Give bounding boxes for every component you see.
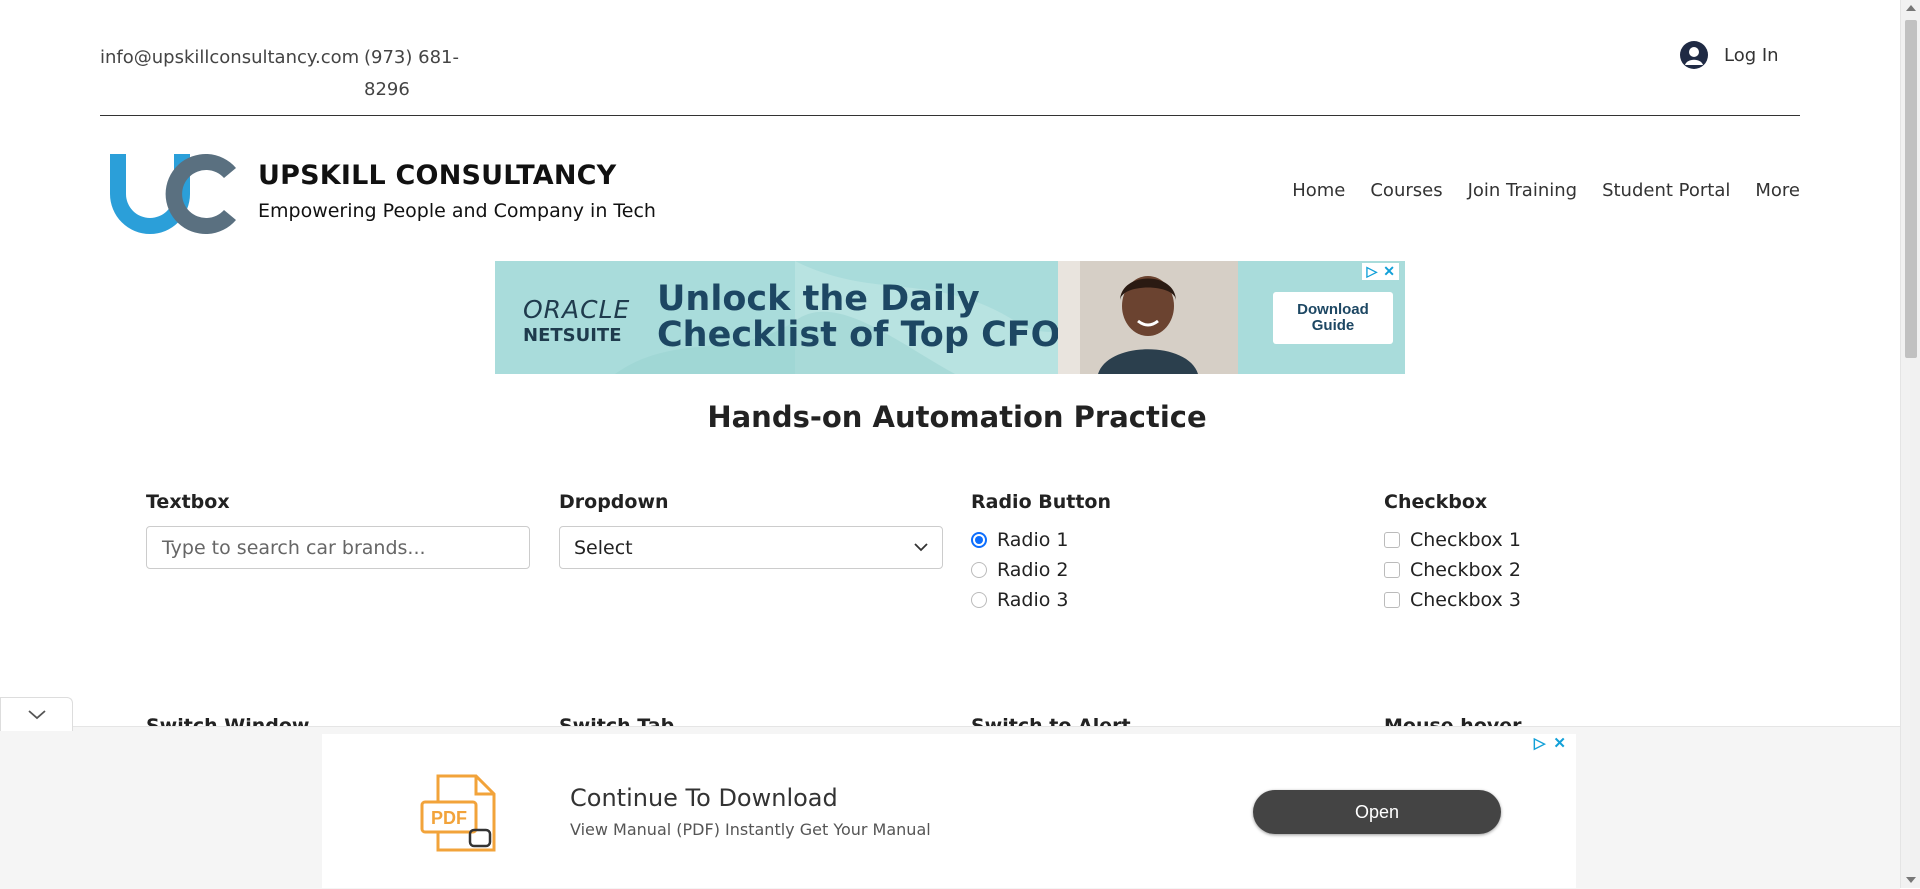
- nav-item-home[interactable]: Home: [1292, 180, 1345, 201]
- radio-label: Radio Button: [971, 491, 1111, 513]
- scroll-up-icon[interactable]: [1906, 5, 1916, 11]
- checkbox-group: Checkbox 1 Checkbox 2 Checkbox 3: [1384, 525, 1521, 615]
- chevron-down-icon: [27, 709, 46, 719]
- login-label: Log In: [1724, 44, 1779, 66]
- checkbox-2-label: Checkbox 2: [1410, 559, 1521, 581]
- login-button[interactable]: Log In: [1680, 41, 1779, 69]
- radio-2-label: Radio 2: [997, 559, 1069, 581]
- ad-close-icon[interactable]: ✕: [1553, 734, 1566, 752]
- ad-choices-icon[interactable]: ▷: [1534, 734, 1546, 752]
- checkbox-option-1[interactable]: Checkbox 1: [1384, 525, 1521, 555]
- radio-2-input[interactable]: [971, 562, 987, 578]
- ad-headline-line1: Unlock the Daily: [657, 279, 980, 319]
- radio-3-label: Radio 3: [997, 589, 1069, 611]
- checkbox-1-label: Checkbox 1: [1410, 529, 1521, 551]
- top-ad-banner[interactable]: ORACLE NETSUITE Unlock the Daily Checkli…: [495, 261, 1405, 374]
- radio-option-1[interactable]: Radio 1: [971, 525, 1069, 555]
- ad-photo: [1058, 261, 1238, 374]
- user-avatar-icon: [1680, 41, 1708, 69]
- chevron-down-icon: [914, 543, 928, 552]
- ad-headline: Unlock the Daily Checklist of Top CFOs: [657, 281, 1081, 353]
- scroll-down-icon[interactable]: [1906, 877, 1916, 883]
- radio-option-2[interactable]: Radio 2: [971, 555, 1069, 585]
- checkbox-2-input[interactable]: [1384, 562, 1400, 578]
- collapse-ad-button[interactable]: [0, 697, 73, 731]
- radio-1-input[interactable]: [971, 532, 987, 548]
- scrollbar-thumb[interactable]: [1905, 20, 1917, 358]
- checkbox-1-input[interactable]: [1384, 532, 1400, 548]
- checkbox-option-2[interactable]: Checkbox 2: [1384, 555, 1521, 585]
- dropdown-selected-value: Select: [574, 536, 633, 559]
- search-input-placeholder: Type to search car brands...: [162, 536, 426, 559]
- dropdown-select[interactable]: Select: [559, 526, 943, 569]
- bottom-ad-title: Continue To Download: [570, 784, 838, 812]
- checkbox-label: Checkbox: [1384, 491, 1488, 513]
- radio-3-input[interactable]: [971, 592, 987, 608]
- page-scrollbar[interactable]: [1900, 0, 1920, 888]
- brand-title: UPSKILL CONSULTANCY: [258, 160, 617, 191]
- brand-logo[interactable]: [104, 150, 240, 236]
- person-photo-icon: [1058, 261, 1238, 374]
- radio-group: Radio 1 Radio 2 Radio 3: [971, 525, 1069, 615]
- page-title: Hands-on Automation Practice: [707, 400, 1207, 434]
- contact-email[interactable]: info@upskillconsultancy.com: [100, 42, 359, 74]
- ad-download-guide-button[interactable]: Download Guide: [1273, 292, 1393, 344]
- bottom-ad[interactable]: PDF Continue To Download View Manual (PD…: [322, 734, 1576, 888]
- ad-cta-line2: Guide: [1311, 317, 1355, 334]
- textbox-label: Textbox: [146, 491, 230, 513]
- nav-item-courses[interactable]: Courses: [1370, 180, 1442, 201]
- ad-brand-oracle: ORACLE: [523, 295, 631, 324]
- ad-headline-line2: Checklist of Top CFOs: [657, 315, 1082, 355]
- contact-phone[interactable]: (973) 681-8296: [364, 42, 464, 106]
- open-button[interactable]: Open: [1253, 790, 1501, 834]
- ad-choices-icon[interactable]: ▷: [1366, 263, 1377, 280]
- radio-1-label: Radio 1: [997, 529, 1069, 551]
- checkbox-option-3[interactable]: Checkbox 3: [1384, 585, 1521, 615]
- checkbox-3-label: Checkbox 3: [1410, 589, 1521, 611]
- ad-choices[interactable]: ▷ ✕: [1362, 263, 1399, 280]
- car-brand-search-input[interactable]: Type to search car brands...: [146, 526, 530, 569]
- brand-subtitle: Empowering People and Company in Tech: [258, 200, 656, 222]
- checkbox-3-input[interactable]: [1384, 592, 1400, 608]
- uc-logo-icon: [110, 154, 236, 234]
- ad-cta-line1: Download: [1297, 301, 1369, 318]
- nav-item-join-training[interactable]: Join Training: [1468, 180, 1577, 201]
- pdf-icon-text: PDF: [431, 808, 467, 828]
- bottom-ad-description: View Manual (PDF) Instantly Get Your Man…: [570, 820, 931, 839]
- ad-close-icon[interactable]: ✕: [1383, 263, 1395, 280]
- nav-item-more[interactable]: More: [1755, 180, 1800, 201]
- pdf-icon: PDF: [418, 772, 500, 859]
- bottom-ad-choices[interactable]: ▷ ✕: [1534, 734, 1566, 752]
- ad-brand-netsuite: NETSUITE: [523, 325, 622, 346]
- nav-item-student-portal[interactable]: Student Portal: [1602, 180, 1730, 201]
- radio-option-3[interactable]: Radio 3: [971, 585, 1069, 615]
- header-divider: [100, 115, 1800, 116]
- dropdown-label: Dropdown: [559, 491, 669, 513]
- main-nav: Home Courses Join Training Student Porta…: [1292, 180, 1800, 201]
